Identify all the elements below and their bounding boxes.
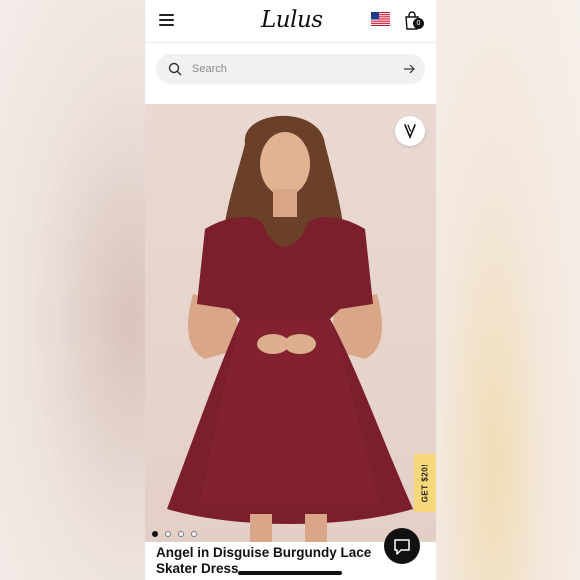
get-20-promo-tab[interactable]: GET $20! [414,454,436,512]
heart-check-icon [404,124,416,140]
image-carousel-dots [152,524,204,537]
lulus-logo[interactable]: Lulus [261,4,323,36]
background-blur-left [0,0,145,580]
promo-label: GET $20! [420,463,430,503]
favorite-button[interactable] [395,116,425,146]
search-input[interactable]: Search [192,54,227,84]
product-image[interactable]: GET $20! [145,104,436,542]
carousel-dot[interactable] [165,531,171,537]
bag-count-badge: 0 [413,18,424,29]
carousel-dot[interactable] [191,531,197,537]
us-flag-icon[interactable] [371,12,390,26]
site-header: Lulus 0 [145,0,436,43]
chat-bubble-icon [394,539,410,555]
hamburger-menu-icon[interactable] [159,14,174,26]
carousel-dot[interactable] [178,531,184,537]
chat-button[interactable] [384,528,420,564]
mobile-screen: Lulus 0 Search GET $20! Angel in Disguis… [145,0,436,580]
arrow-right-icon[interactable] [404,64,415,74]
carousel-dot[interactable] [152,531,158,537]
background-blur-right [436,0,580,580]
search-icon [168,62,182,76]
model-photo [167,115,413,542]
home-indicator [238,571,342,575]
search-bar[interactable]: Search [156,54,425,84]
